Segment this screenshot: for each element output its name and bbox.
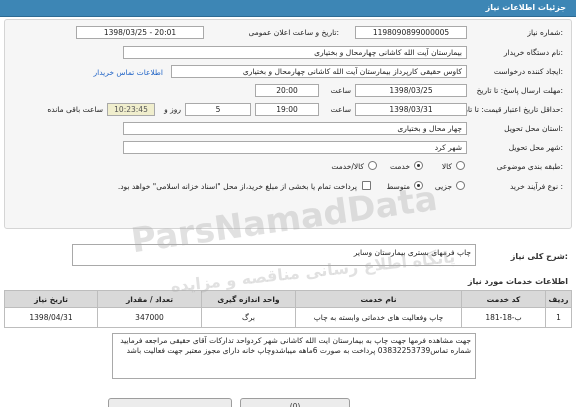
treasury-payment-checkbox[interactable] — [362, 181, 371, 190]
buyer-field: بیمارستان آیت الله کاشانی چهارمحال و بخت… — [123, 46, 467, 59]
validity-time-field: 19:00 — [255, 103, 319, 116]
creator-label: ایجاد کننده درخواست: — [493, 67, 563, 76]
process-minor-radio[interactable] — [456, 181, 465, 190]
send-date-field: 1398/03/25 — [355, 84, 467, 97]
remaining-days-field: 5 — [185, 103, 251, 116]
process-minor-label: جزیی — [434, 182, 452, 191]
need-details-panel: شماره نیاز: 1198090899000005 تاریخ و ساع… — [4, 19, 572, 229]
page-header: جزئیات اطلاعات نیاز — [0, 0, 576, 17]
cell-need-date: 1398/04/31 — [4, 307, 98, 328]
send-time-field: 20:00 — [255, 84, 319, 97]
validity-label: حداقل تاریخ اعتبار قیمت: تا تاریخ: — [457, 105, 563, 114]
need-number-label: شماره نیاز: — [527, 28, 563, 37]
col-service-code: کد خدمت — [461, 290, 546, 308]
category-service-radio[interactable] — [414, 161, 423, 170]
cell-quantity: 347000 — [97, 307, 202, 328]
process-medium-label: متوسط — [386, 182, 410, 191]
category-both-label: کالا/خدمت — [331, 162, 364, 171]
col-quantity: تعداد / مقدار — [97, 290, 202, 308]
announce-label: تاریخ و ساعت اعلان عمومی: — [248, 28, 339, 37]
province-field: چهار محال و بختیاری — [123, 122, 467, 135]
category-service-label: خدمت — [390, 162, 410, 171]
col-need-date: تاریخ نیاز — [4, 290, 98, 308]
table-row: 1 ب-18-181 چاپ وفعالیت های خدماتی وابسته… — [4, 307, 572, 328]
page-title: جزئیات اطلاعات نیاز — [485, 3, 566, 12]
validity-time-label: ساعت — [330, 105, 351, 114]
attachments-button[interactable]: (0) — [240, 398, 350, 407]
need-number-field: 1198090899000005 — [355, 26, 467, 39]
creator-field: کاوس حقیقی کارپرداز بیمارستان آیت الله ک… — [171, 65, 467, 78]
process-medium-radio[interactable] — [414, 181, 423, 190]
services-table: ردیف کد خدمت نام خدمت واحد اندازه گیری ت… — [4, 290, 572, 328]
announce-datetime-field: 1398/03/25 - 20:01 — [76, 26, 204, 39]
cell-service-name: چاپ وفعالیت های خدماتی وابسته به چاپ — [295, 307, 462, 328]
category-goods-label: کالا — [441, 162, 452, 171]
buyer-label: نام دستگاه خریدار: — [503, 48, 563, 57]
cell-row: 1 — [545, 307, 572, 328]
category-both-radio[interactable] — [368, 161, 377, 170]
footer-button[interactable] — [108, 398, 232, 407]
need-summary-label: شرح کلی نیاز: — [510, 252, 568, 261]
remaining-label: ساعت باقی مانده — [47, 105, 103, 114]
need-summary-field: چاپ فرمهای بستری بیمارستان وسایر — [72, 244, 476, 266]
cell-service-code: ب-18-181 — [461, 307, 546, 328]
buyer-contact-link[interactable]: اطلاعات تماس خریدار — [94, 68, 164, 77]
category-label: طبقه بندی موضوعی: — [496, 162, 563, 171]
col-unit: واحد اندازه گیری — [201, 290, 296, 308]
province-label: استان محل تحویل: — [504, 124, 563, 133]
process-label: نوع فرآیند خرید : — [509, 182, 563, 191]
city-field: شهر کرد — [123, 141, 467, 154]
category-goods-radio[interactable] — [456, 161, 465, 170]
days-label: روز و — [164, 105, 181, 114]
col-row: ردیف — [545, 290, 572, 308]
send-time-label: ساعت — [330, 86, 351, 95]
services-table-header: ردیف کد خدمت نام خدمت واحد اندازه گیری ت… — [4, 290, 572, 308]
validity-date-field: 1398/03/31 — [355, 103, 467, 116]
city-label: شهر محل تحویل: — [508, 143, 563, 152]
cell-unit: برگ — [201, 307, 296, 328]
treasury-payment-note: پرداخت تمام یا بخشی از مبلغ خرید،از محل … — [117, 182, 357, 191]
send-deadline-label: مهلت ارسال پاسخ: تا تاریخ: — [476, 86, 563, 95]
services-section-title: اطلاعات خدمات مورد نیاز — [467, 277, 568, 286]
buyer-description-field: جهت مشاهده فرمها جهت چاپ به بیمارستان ای… — [112, 333, 476, 379]
col-service-name: نام خدمت — [295, 290, 462, 308]
remaining-time-field: 10:23:45 — [107, 103, 155, 116]
